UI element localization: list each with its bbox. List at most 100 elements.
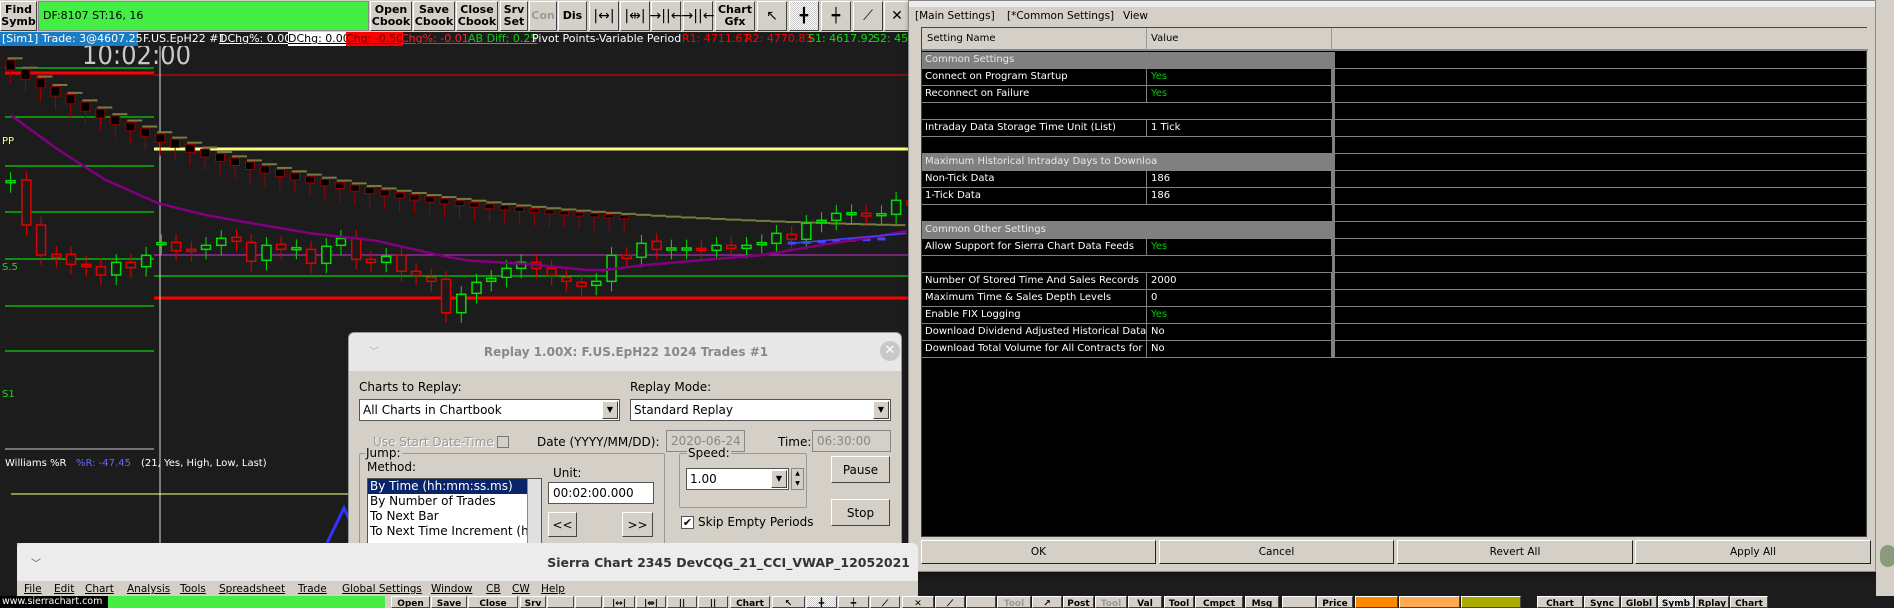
method-option[interactable]: To Next Bar (368, 509, 541, 524)
table-row[interactable]: Maximum Time & Sales Depth Levels 0 (922, 290, 1868, 307)
bottom-toolbar-button[interactable] (547, 596, 574, 608)
method-listbox[interactable]: By Time (hh:mm:ss.ms) By Number of Trade… (367, 478, 542, 543)
bottom-toolbar-button[interactable]: Val (1128, 596, 1162, 608)
setting-value[interactable]: 2000 (1148, 273, 1332, 289)
setting-value[interactable]: No (1148, 341, 1332, 357)
setting-value[interactable]: Yes (1148, 69, 1332, 85)
time-field[interactable]: 06:30:00 (812, 430, 891, 452)
menu-global-settings[interactable]: Global Settings (342, 583, 422, 595)
bottom-toolbar-button[interactable]: Close (468, 596, 518, 608)
menu-edit[interactable]: Edit (54, 583, 74, 595)
bottom-toolbar-button[interactable]: Symb (1658, 596, 1694, 608)
save-chartbook-button[interactable]: Save Cbook (413, 1, 455, 31)
crosshair-tool-button[interactable]: ╋ (789, 1, 819, 31)
disconnect-button[interactable]: Dis (558, 1, 587, 31)
pointer-tool-button[interactable]: ↖ (757, 1, 787, 31)
find-symbol-button[interactable]: Find Symb (0, 1, 37, 31)
unit-field[interactable]: 00:02:00.000 (548, 482, 654, 504)
bottom-toolbar-button[interactable]: ⟋ (870, 596, 900, 608)
bottom-toolbar-button[interactable]: ↖ (772, 596, 805, 608)
chart-graphics-button[interactable]: Chart Gfx (715, 1, 755, 31)
bottom-toolbar-button[interactable]: ↗ (1032, 596, 1062, 608)
menu-help[interactable]: Help (541, 583, 565, 595)
charts-to-replay-select[interactable]: All Charts in Chartbook ▼ (359, 399, 620, 421)
method-scrollbar[interactable] (527, 479, 541, 543)
menu-main-settings[interactable]: [Main Settings] (915, 10, 995, 22)
section-row[interactable]: Common Other Settings (922, 222, 1868, 239)
bottom-toolbar-button[interactable]: Price (1317, 596, 1353, 608)
use-start-datetime-checkbox[interactable] (497, 436, 509, 448)
menu-chart[interactable]: Chart (85, 583, 114, 595)
setting-value[interactable]: Yes (1148, 86, 1332, 102)
menu-spreadsheet[interactable]: Spreadsheet (219, 583, 285, 595)
setting-value[interactable]: 0 (1148, 290, 1332, 306)
bottom-toolbar-button[interactable] (1355, 596, 1398, 608)
bottom-toolbar-button[interactable]: |↔| (603, 596, 635, 608)
close-chartbook-button[interactable]: Close Cbook (456, 1, 498, 31)
bottom-toolbar-button[interactable]: Msg (1245, 596, 1279, 608)
connect-button[interactable]: Con (529, 1, 557, 31)
speed-spinner[interactable]: ▲ ▼ (791, 468, 804, 490)
menu-trade[interactable]: Trade (298, 583, 327, 595)
setting-value[interactable]: Yes (1148, 307, 1332, 323)
bottom-toolbar-button[interactable]: || (698, 596, 728, 608)
bottom-toolbar-button[interactable]: Rplay (1695, 596, 1729, 608)
bottom-toolbar-button[interactable]: || (667, 596, 697, 608)
tool-button[interactable]: ✕ (884, 1, 910, 31)
bottom-toolbar-button[interactable] (1461, 596, 1521, 608)
setting-value[interactable]: Yes (1148, 239, 1332, 255)
server-settings-button[interactable]: Srv Set (500, 1, 528, 31)
table-row[interactable]: Connect on Program Startup Yes (922, 69, 1868, 86)
table-row[interactable]: 1-Tick Data 186 (922, 188, 1868, 205)
line-tool-button[interactable]: ⟋ (853, 1, 883, 31)
speed-select[interactable]: 1.00 ▼ (686, 468, 789, 490)
menu-view[interactable]: View (1123, 10, 1148, 22)
bottom-toolbar-button[interactable]: |⇹| (636, 596, 666, 608)
bottom-toolbar-button[interactable] (1399, 596, 1460, 608)
bottom-toolbar-button[interactable] (1282, 596, 1316, 608)
bottom-toolbar-button[interactable]: Cmpct (1195, 596, 1243, 608)
bottom-toolbar-button[interactable]: Post (1063, 596, 1094, 608)
scale-compress-button[interactable]: |⇹| (620, 1, 650, 31)
menu-cw[interactable]: CW (512, 583, 530, 595)
cursor-tool-button[interactable]: ┿ (821, 1, 851, 31)
close-icon[interactable]: ✕ (880, 341, 900, 361)
menu-analysis[interactable]: Analysis (127, 583, 170, 595)
table-row[interactable]: Download Total Volume for All Contracts … (922, 341, 1868, 358)
bottom-toolbar-button[interactable]: Chart (1537, 596, 1583, 608)
menu-common-settings[interactable]: [*Common Settings] (1007, 10, 1114, 22)
bottom-toolbar-button[interactable]: Tool (1095, 596, 1127, 608)
table-row[interactable]: Non-Tick Data 186 (922, 171, 1868, 188)
table-row[interactable]: Number Of Stored Time And Sales Records 2… (922, 273, 1868, 290)
revert-all-button[interactable]: Revert All (1397, 540, 1633, 564)
column-setting-name[interactable]: Setting Name (922, 28, 1147, 50)
bottom-toolbar-button[interactable]: ✕ (902, 596, 934, 608)
window-menu-icon[interactable]: ﹀ (31, 555, 41, 570)
menu-tools[interactable]: Tools (180, 583, 206, 595)
bottom-toolbar-button[interactable] (966, 596, 996, 608)
bottom-toolbar-button[interactable]: Globl (1621, 596, 1657, 608)
method-option[interactable]: By Number of Trades (368, 494, 541, 509)
bottom-toolbar-button[interactable]: ╋ (806, 596, 837, 608)
spacing-increase-button[interactable]: →||← (650, 1, 682, 31)
setting-value[interactable]: 186 (1148, 188, 1332, 204)
spacing-decrease-button[interactable]: →||← (682, 1, 714, 31)
skip-empty-checkbox[interactable]: ✔ (681, 516, 694, 529)
bottom-toolbar-button[interactable] (575, 596, 602, 608)
bottom-toolbar-button[interactable]: Open (391, 596, 430, 608)
bottom-toolbar-button[interactable]: Srv (520, 596, 546, 608)
section-row[interactable]: Maximum Historical Intraday Days to Down… (922, 154, 1868, 171)
scale-expand-button[interactable]: |↔| (589, 1, 619, 31)
menu-window[interactable]: Window (431, 583, 472, 595)
section-row[interactable]: Common Settings (922, 52, 1868, 69)
window-menu-icon[interactable]: ﹀ (369, 343, 379, 358)
method-option[interactable]: By Time (hh:mm:ss.ms) (368, 479, 541, 494)
cancel-button[interactable]: Cancel (1159, 540, 1394, 564)
bottom-toolbar-button[interactable]: ┿ (838, 596, 869, 608)
bottom-toolbar-button[interactable]: Tool (997, 596, 1031, 608)
replay-mode-select[interactable]: Standard Replay ▼ (630, 399, 891, 421)
bottom-toolbar-button[interactable]: Chart (1730, 596, 1768, 608)
bottom-toolbar-button[interactable]: ⟋ (935, 596, 965, 608)
menu-cb[interactable]: CB (486, 583, 501, 595)
apply-all-button[interactable]: Apply All (1635, 540, 1871, 564)
